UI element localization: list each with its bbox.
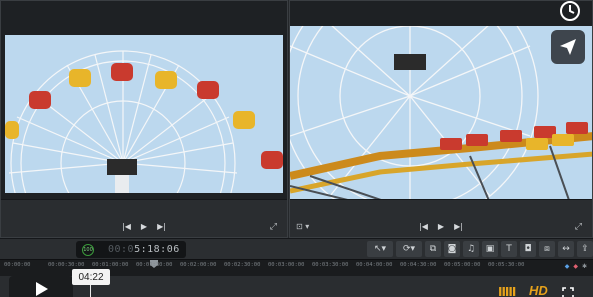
source-transport: |◀ ▶ ▶|	[122, 222, 166, 231]
status-indicator: 100	[82, 243, 94, 256]
tool-buttons: ↖▾ ⟳▾ ⧉ ◙ ♫ ▣ T ◘ ⧈ ↔ ⇪	[367, 241, 593, 257]
send-icon	[560, 39, 576, 55]
timecode-prefix: 00:0	[108, 244, 135, 255]
timeline-preview[interactable]	[290, 26, 592, 203]
hd-button[interactable]: HD	[529, 283, 548, 297]
timeline-controls: ⊡ ▾ |◀ ▶ ▶| ⤢	[290, 199, 592, 237]
pointer-tool[interactable]: ↖▾	[367, 241, 393, 257]
play-button[interactable]: ▶	[141, 222, 147, 231]
timecode-text: 00:05:18:06	[108, 244, 180, 255]
timecode-value: 5:18:06	[134, 244, 180, 255]
timecode-display: 100 00:05:18:06	[76, 241, 186, 258]
source-viewer: |◀ ▶ ▶| ⤢	[0, 0, 288, 238]
current-time-tooltip: 04:22	[72, 269, 110, 285]
expand-icon	[562, 287, 574, 297]
link-tool[interactable]: ⟳▾	[396, 241, 422, 257]
ruler-tick-label: 00:05:00:00	[444, 262, 481, 268]
snapshot-tool[interactable]: ◙	[444, 241, 460, 257]
fullscreen-button[interactable]: ⤢	[575, 222, 582, 232]
media-tool[interactable]: ▣	[482, 241, 498, 257]
ruler-tick-label: 00:00:30:00	[48, 262, 85, 268]
effects-tool[interactable]: ◘	[520, 241, 536, 257]
play-icon	[36, 282, 48, 296]
next-frame-button[interactable]: ▶|	[454, 222, 463, 231]
marker-icon[interactable]: ◆	[573, 263, 578, 270]
prev-frame-button[interactable]: |◀	[122, 222, 131, 231]
zoom-select[interactable]: ⊡ ▾	[296, 222, 309, 231]
ruler-tick-label: 00:00:00	[4, 262, 31, 268]
fullscreen-button[interactable]	[562, 284, 574, 297]
source-preview[interactable]	[5, 35, 283, 193]
prev-frame-button[interactable]: |◀	[419, 222, 428, 231]
ruler-tick-label: 00:03:00:00	[268, 262, 305, 268]
edit-toolbar: 100 00:05:18:06 ↖▾ ⟳▾ ⧉ ◙ ♫ ▣ T ◘ ⧈ ↔ ⇪	[0, 238, 593, 259]
ruler-tick-label: 00:01:30:00	[136, 262, 173, 268]
ruler-markers: ◆ ◆ ✱	[565, 263, 587, 270]
ruler-tick-label: 00:02:00:00	[180, 262, 217, 268]
next-frame-button[interactable]: ▶|	[157, 222, 166, 231]
ruler-tick-label: 00:02:30:00	[224, 262, 261, 268]
bars-icon[interactable]: IIIII	[498, 285, 516, 297]
copy-tool[interactable]: ⧉	[425, 241, 441, 257]
ruler-tick-label: 00:04:00:00	[356, 262, 393, 268]
share-button[interactable]	[551, 30, 585, 64]
marker-icon[interactable]: ◆	[565, 263, 570, 270]
fullscreen-button[interactable]: ⤢	[270, 222, 277, 232]
export-tool[interactable]: ⇪	[577, 241, 593, 257]
watch-later-button[interactable]	[555, 0, 585, 22]
overlay-tool[interactable]: ⧈	[539, 241, 555, 257]
progress-marker	[90, 284, 91, 297]
timeline-viewer: ⊡ ▾ |◀ ▶ ▶| ⤢	[289, 0, 593, 238]
ferris-wheel-image-left	[5, 35, 283, 193]
audio-tool[interactable]: ♫	[463, 241, 479, 257]
ruler-tick-label: 00:01:00:00	[92, 262, 129, 268]
settings-icon[interactable]: ✱	[582, 263, 587, 270]
split-tool[interactable]: ↔	[558, 241, 574, 257]
video-editor: |◀ ▶ ▶| ⤢ ⊡ ▾ |◀ ▶ ▶| ⤢ 100 00:05:18:06 …	[0, 0, 593, 297]
ferris-wheel-image-right	[290, 26, 592, 203]
title-tool[interactable]: T	[501, 241, 517, 257]
ruler-tick-label: 00:04:30:00	[400, 262, 437, 268]
source-controls: |◀ ▶ ▶| ⤢	[1, 199, 287, 237]
ruler-tick-label: 00:05:30:00	[488, 262, 525, 268]
ruler-tick-label: 00:03:30:00	[312, 262, 349, 268]
play-video-button[interactable]	[9, 276, 73, 297]
clock-icon	[560, 1, 580, 21]
play-button[interactable]: ▶	[438, 222, 444, 231]
timeline-transport: |◀ ▶ ▶|	[419, 222, 463, 231]
